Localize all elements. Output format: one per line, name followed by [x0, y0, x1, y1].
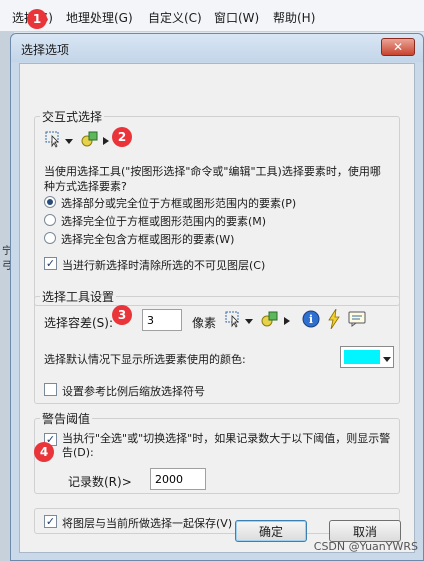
annotation-badge-1: 1	[27, 9, 47, 29]
menu-bar: 选择(S) 地理处理(G) 自定义(C) 窗口(W) 帮助(H)	[0, 0, 424, 32]
radio-fully-within[interactable]	[44, 214, 56, 226]
play-arrow-icon[interactable]	[283, 315, 291, 325]
radio-partial-or-full[interactable]	[44, 196, 56, 208]
dropdown-arrow-icon[interactable]	[65, 135, 73, 144]
select-by-rectangle-icon[interactable]	[44, 130, 64, 148]
tool-settings-title: 选择工具设置	[40, 288, 117, 305]
watermark: CSDN @YuanYWRS	[313, 540, 418, 553]
lightning-icon[interactable]	[326, 308, 342, 330]
menu-geoprocessing[interactable]: 地理处理(G)	[66, 9, 133, 26]
record-count-label: 记录数(R)>	[68, 475, 132, 489]
dropdown-arrow-icon[interactable]	[245, 315, 253, 324]
play-arrow-icon[interactable]	[102, 135, 110, 145]
menu-customize[interactable]: 自定义(C)	[148, 9, 202, 26]
select-by-rectangle-icon[interactable]	[224, 310, 244, 328]
save-selection-checkbox[interactable]: ✓	[44, 515, 57, 528]
chevron-down-icon	[383, 353, 391, 366]
radio-fully-contains-label[interactable]: 选择完全包含方框或图形的要素(W)	[61, 231, 234, 247]
clear-invisible-label[interactable]: 当进行新选择时清除所选的不可见图层(C)	[62, 257, 265, 273]
save-selection-label[interactable]: 将图层与当前所做选择一起保存(V)	[62, 515, 232, 531]
tolerance-label: 选择容差(S):	[44, 316, 114, 330]
annotation-badge-3: 3	[112, 305, 132, 325]
scale-symbols-checkbox[interactable]	[44, 383, 57, 396]
record-count-input[interactable]	[150, 468, 206, 490]
warning-threshold-title: 警告阈值	[40, 410, 93, 427]
close-button[interactable]: ✕	[381, 38, 415, 56]
radio-fully-within-label[interactable]: 选择完全位于方框或图形范围内的要素(M)	[61, 213, 266, 229]
clear-invisible-checkbox[interactable]: ✓	[44, 257, 57, 270]
selection-options-dialog: 选择选项 ✕ 交互式选择 2 当使用选择工具("按图形选择"命令或"编辑"工具)…	[10, 33, 424, 561]
message-icon[interactable]	[348, 311, 366, 327]
dialog-titlebar: 选择选项 ✕	[11, 34, 423, 62]
radio-fully-contains[interactable]	[44, 232, 56, 244]
interactive-selection-title: 交互式选择	[40, 108, 105, 125]
tolerance-input[interactable]	[142, 309, 182, 331]
annotation-badge-2: 2	[112, 127, 132, 147]
pixel-unit-label: 像素	[192, 316, 217, 330]
threshold-warning-label[interactable]: 当执行"全选"或"切换选择"时，如果记录数大于以下阈值，则显示警告(D):	[62, 432, 392, 460]
close-icon: ✕	[392, 40, 404, 54]
select-elements-icon[interactable]	[260, 310, 280, 328]
dialog-client: 交互式选择 2 当使用选择工具("按图形选择"命令或"编辑"工具)选择要素时，使…	[19, 63, 415, 553]
selection-color-label: 选择默认情况下显示所选要素使用的颜色:	[44, 353, 246, 366]
menu-help[interactable]: 帮助(H)	[273, 9, 315, 26]
selection-color-picker[interactable]	[340, 346, 394, 368]
info-icon[interactable]: i	[302, 310, 320, 328]
selection-method-description: 当使用选择工具("按图形选择"命令或"编辑"工具)选择要素时，使用哪种方式选择要…	[44, 165, 381, 193]
dialog-title: 选择选项	[21, 43, 70, 57]
color-swatch	[344, 350, 380, 364]
radio-partial-or-full-label[interactable]: 选择部分或完全位于方框或图形范围内的要素(P)	[61, 195, 296, 211]
svg-text:i: i	[309, 313, 313, 326]
select-elements-icon[interactable]	[80, 130, 100, 148]
menu-window[interactable]: 窗口(W)	[214, 9, 259, 26]
annotation-badge-4: 4	[34, 442, 54, 462]
cancel-button[interactable]: 取消	[329, 520, 401, 542]
scale-symbols-label[interactable]: 设置参考比例后缩放选择符号	[62, 383, 205, 399]
ok-button[interactable]: 确定	[235, 520, 307, 542]
